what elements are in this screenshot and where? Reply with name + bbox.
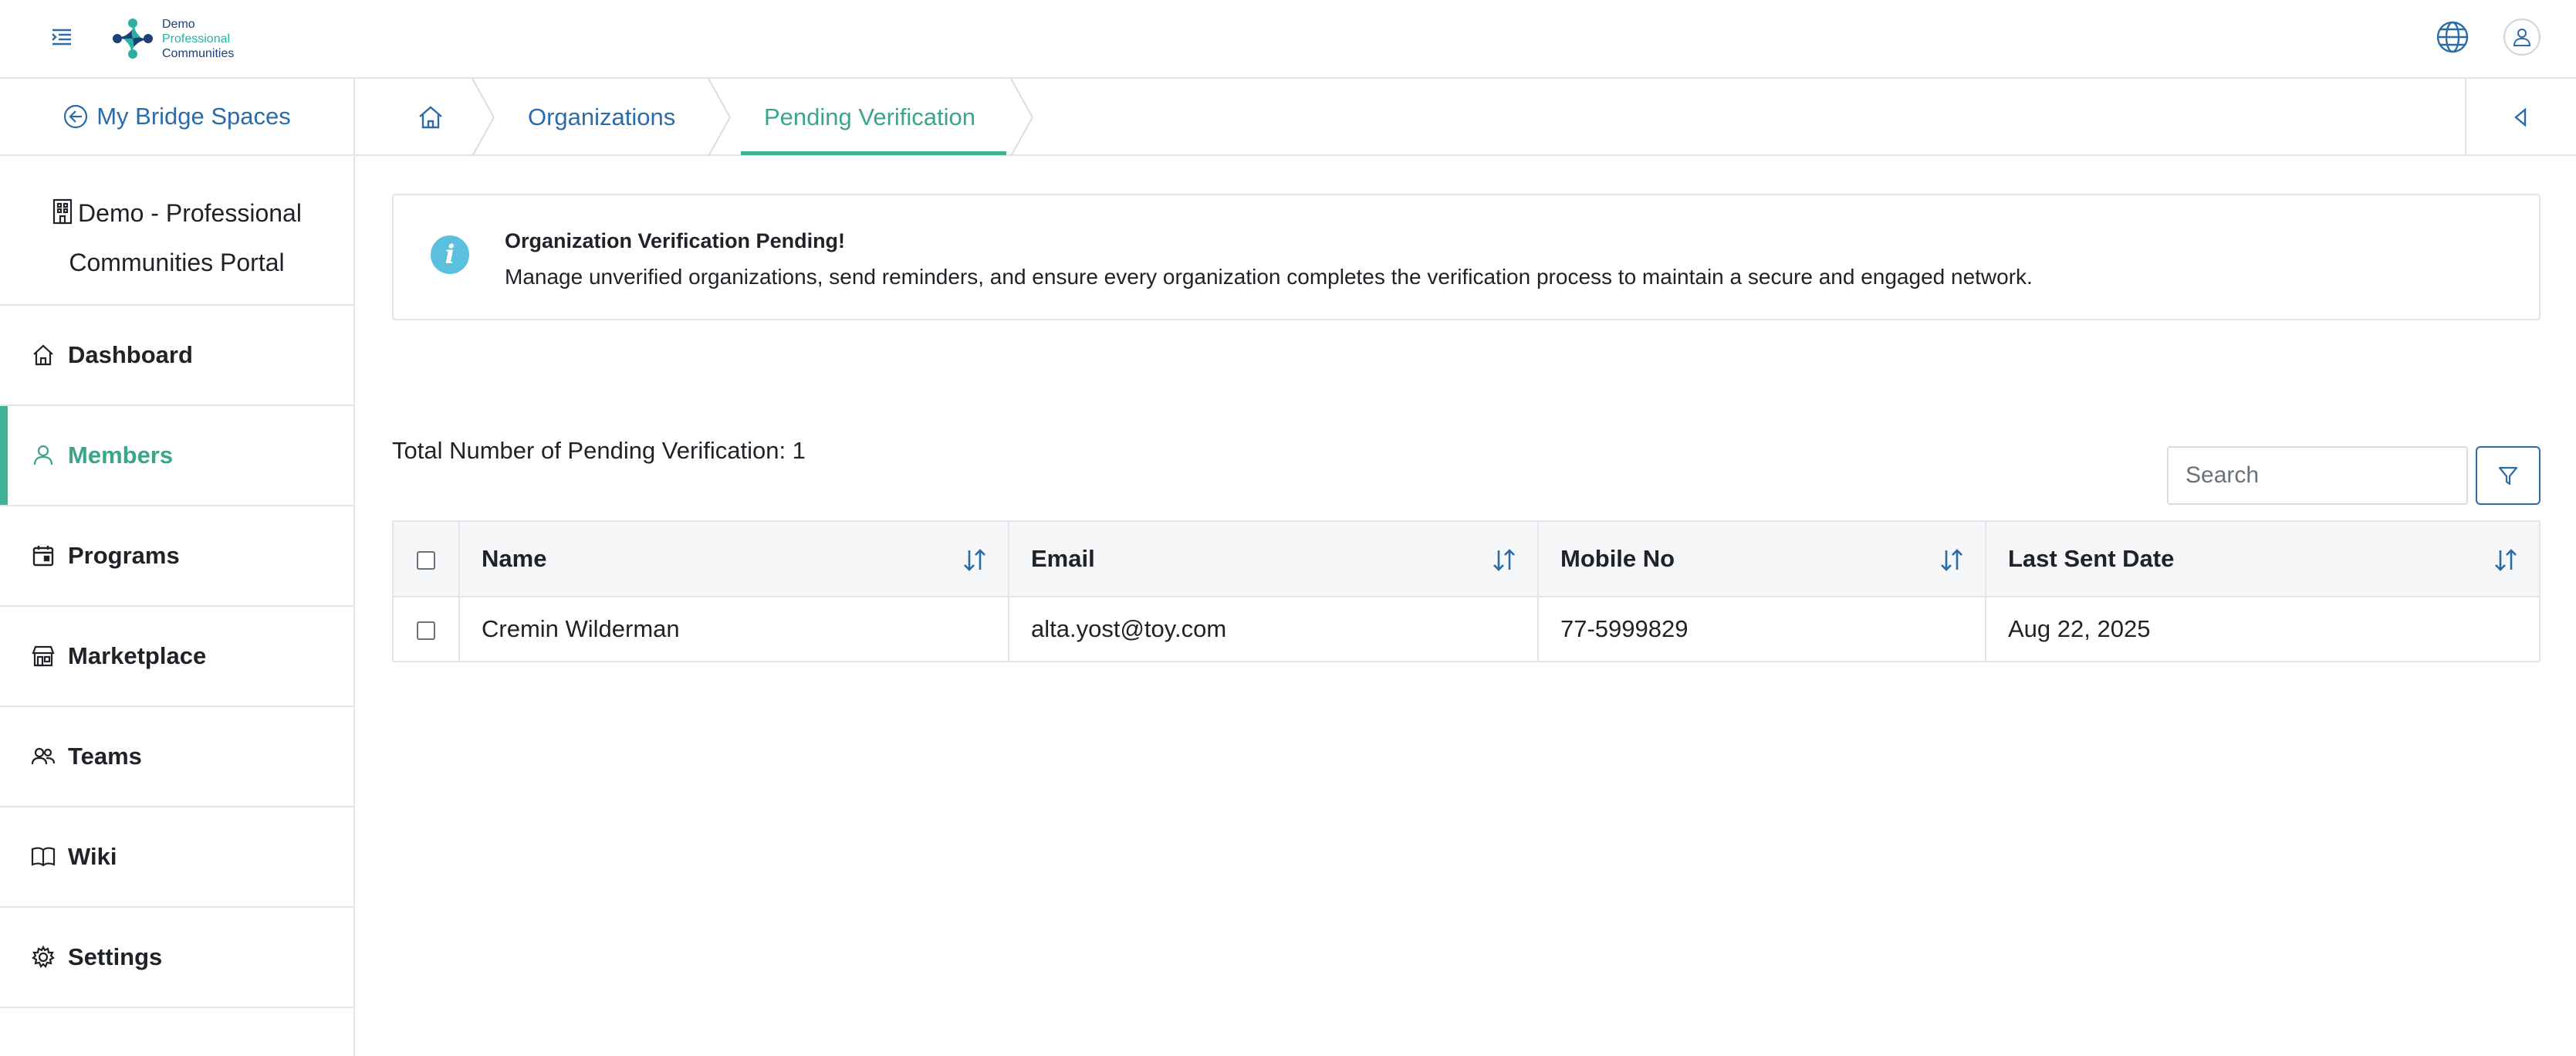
breadcrumb: Organizations Pending Verification — [355, 79, 2576, 156]
cell-email: alta.yost@toy.com — [1008, 596, 1539, 662]
logo-icon — [113, 19, 153, 59]
active-breadcrumb-indicator — [741, 151, 1006, 155]
back-arrow-icon — [64, 104, 88, 129]
sort-icon[interactable] — [962, 548, 988, 573]
table-header-row: Name Email Mobile No Last Sent Date — [392, 520, 2541, 597]
cell-name: Cremin Wilderman — [458, 596, 1009, 662]
cell-mobile: 77-5999829 — [1537, 596, 1986, 662]
globe-icon[interactable] — [2434, 19, 2471, 56]
back-link-label: My Bridge Spaces — [96, 103, 291, 130]
sidebar-item-settings[interactable]: Settings — [0, 908, 353, 1008]
caret-left-icon — [2514, 107, 2527, 127]
store-icon — [32, 645, 55, 667]
collapse-panel-button[interactable] — [2465, 79, 2576, 156]
sidebar-item-dashboard[interactable]: Dashboard — [0, 306, 353, 406]
banner-text: Manage unverified organizations, send re… — [505, 265, 2033, 289]
column-label: Mobile No — [1560, 545, 1675, 572]
sidebar-item-label: Marketplace — [68, 642, 207, 669]
info-banner: i Organization Verification Pending! Man… — [392, 194, 2541, 320]
column-header-last-sent-date[interactable]: Last Sent Date — [1985, 520, 2541, 597]
user-avatar[interactable] — [2503, 19, 2541, 56]
breadcrumb-home-icon[interactable] — [415, 102, 446, 133]
column-header-name[interactable]: Name — [458, 520, 1009, 597]
gear-icon — [32, 945, 55, 968]
banner-title: Organization Verification Pending! — [505, 229, 846, 252]
logo-text: Demo Professional Communities — [162, 17, 234, 61]
home-icon — [33, 344, 53, 366]
search-input[interactable] — [2167, 446, 2468, 505]
logo-line-1: Demo — [162, 17, 195, 31]
info-icon: i — [431, 235, 469, 274]
book-icon — [31, 847, 56, 867]
user-icon — [33, 445, 53, 465]
sidebar-item-label: Members — [68, 442, 174, 469]
filter-button[interactable] — [2476, 446, 2541, 505]
sidebar-item-label: Dashboard — [68, 341, 193, 368]
row-checkbox[interactable] — [417, 621, 435, 640]
sidebar-item-marketplace[interactable]: Marketplace — [0, 607, 353, 707]
breadcrumb-separator — [472, 79, 495, 156]
sidebar-item-wiki[interactable]: Wiki — [0, 807, 353, 908]
brand-logo[interactable]: Demo Professional Communities — [108, 11, 234, 66]
sidebar-item-teams[interactable]: Teams — [0, 707, 353, 807]
cell-last-sent-date: Aug 22, 2025 — [1985, 596, 2541, 662]
breadcrumb-item-organizations[interactable]: Organizations — [528, 79, 675, 156]
logo-line-2: Professional — [162, 32, 231, 46]
breadcrumb-separator — [1010, 79, 1034, 156]
my-bridge-spaces-link[interactable]: My Bridge Spaces — [0, 79, 353, 156]
sidebar-item-programs[interactable]: Programs — [0, 506, 353, 607]
menu-icon[interactable] — [48, 23, 76, 51]
row-select-cell — [392, 596, 460, 662]
sort-icon[interactable] — [1491, 548, 1517, 573]
sidebar: My Bridge Spaces Demo - Professional Com… — [0, 79, 355, 1056]
select-all-cell — [392, 520, 460, 597]
logo-line-3: Communities — [162, 46, 235, 60]
building-icon — [52, 198, 73, 225]
column-label: Name — [482, 545, 547, 572]
portal-name-text: Demo - Professional Communities Portal — [69, 199, 302, 276]
column-label: Email — [1031, 545, 1095, 572]
table-row[interactable]: Cremin Wilderman alta.yost@toy.com 77-59… — [392, 596, 2541, 662]
pending-verification-table: Name Email Mobile No Last Sent Date Crem… — [392, 520, 2541, 662]
breadcrumb-item-pending-verification[interactable]: Pending Verification — [764, 79, 975, 156]
select-all-checkbox[interactable] — [417, 550, 435, 570]
sidebar-item-label: Teams — [68, 743, 142, 770]
breadcrumb-separator — [708, 79, 732, 156]
sort-icon[interactable] — [2493, 548, 2519, 573]
column-header-mobile[interactable]: Mobile No — [1537, 520, 1986, 597]
portal-name: Demo - Professional Communities Portal — [0, 156, 353, 306]
column-label: Last Sent Date — [2008, 545, 2175, 572]
sidebar-item-members[interactable]: Members — [0, 406, 353, 506]
top-header: Demo Professional Communities — [0, 0, 2576, 79]
sidebar-item-label: Programs — [68, 542, 180, 569]
filter-icon — [2498, 466, 2518, 486]
column-header-email[interactable]: Email — [1008, 520, 1539, 597]
users-icon — [31, 747, 56, 765]
total-pending-count: Total Number of Pending Verification: 1 — [392, 437, 806, 464]
sort-icon[interactable] — [1939, 548, 1965, 573]
sidebar-item-label: Settings — [68, 943, 163, 970]
calendar-icon — [32, 546, 54, 567]
user-icon — [2513, 29, 2531, 46]
sidebar-item-label: Wiki — [68, 843, 117, 870]
